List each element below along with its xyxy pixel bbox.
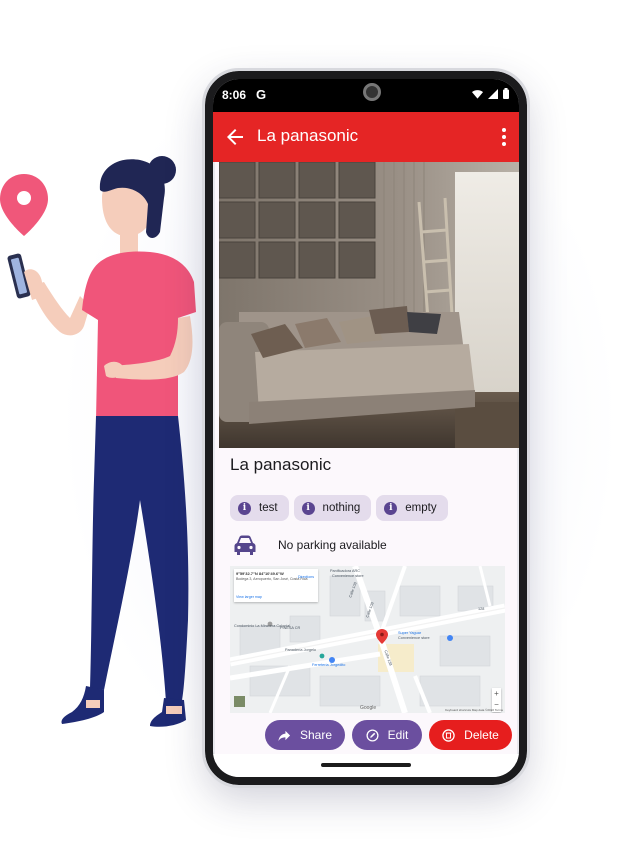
phone-screen: 8:06 G La panasonic La panasonic i test … [213,79,519,777]
google-status-icon: G [256,87,267,102]
tag-chip-nothing[interactable]: i nothing [293,495,372,521]
tag-label: test [259,502,278,514]
parking-row: No parking available [233,534,387,556]
edit-label: Edit [387,728,409,742]
map-label-condominio: Condominio La Miravera Colonial [234,624,291,628]
map-label-super: Super Yaguar [398,631,422,635]
edit-button[interactable]: Edit [352,720,422,750]
arrow-back-icon[interactable] [223,125,247,149]
share-button[interactable]: Share [265,720,345,750]
app-bar: La panasonic [213,112,519,162]
delete-label: Delete [464,728,499,742]
share-label: Share [299,728,333,742]
action-buttons: Share Edit Delete [265,720,512,750]
info-icon: i [384,501,398,515]
car-icon [234,535,256,555]
wifi-icon [472,89,483,99]
map-marker-pin [376,629,388,644]
signal-icon [488,88,498,99]
tag-chip-test[interactable]: i test [230,495,289,521]
map-label-panaderia: Panadería Jorgelo [285,648,317,652]
tag-label: empty [405,502,437,514]
parking-text: No parking available [278,538,387,552]
zoom-in-icon[interactable]: + [492,688,501,699]
map-info-card: 9°59'32.7"N 84°10'49.6"W Bodega 3, Aerop… [234,569,318,602]
phone-device: 8:06 G La panasonic La panasonic i test … [202,68,530,788]
home-gesture-bar[interactable] [321,763,411,767]
tag-label: nothing [322,502,361,514]
edit-icon [366,728,379,742]
map-label-panificadora: Panificadora ARC [330,569,360,573]
delete-icon [442,728,455,742]
delete-button[interactable]: Delete [429,720,512,750]
location-pin-icon [0,174,48,236]
map-label-ferreteria: Ferretería Jorgedito [312,663,346,667]
map-label-super-sub: Convenience store [398,636,430,640]
woman-with-phone-illustration [0,156,196,727]
page-title: La panasonic [257,126,359,145]
property-detail-content: La panasonic i test i nothing i empty No… [215,162,519,754]
property-name: La panasonic [230,455,332,474]
info-icon: i [301,501,315,515]
status-icons [472,88,509,99]
gesture-nav-area [213,754,519,777]
google-logo: Google [360,705,377,711]
more-vert-icon[interactable] [499,126,509,148]
battery-icon [503,88,509,99]
map-label-panificadora-sub: Convenience store [332,574,364,578]
info-icon: i [238,501,251,515]
living-room-photo [219,162,519,448]
tag-chips: i test i nothing i empty [230,495,448,521]
map-footer: Keyboard shortcuts Map data ©2022 Terms [445,708,503,712]
directions-link[interactable]: Directions [298,575,314,579]
status-bar: 8:06 G [213,79,519,112]
share-icon [278,730,291,741]
location-map[interactable]: 9°59'32.7"N 84°10'49.6"W Bodega 3, Aerop… [230,566,505,713]
map-label-road-128: 128 [478,607,485,611]
front-camera [363,83,381,101]
status-time: 8:06 [222,88,247,102]
tag-chip-empty[interactable]: i empty [376,495,448,521]
view-larger-map-link[interactable]: View larger map [236,595,262,599]
